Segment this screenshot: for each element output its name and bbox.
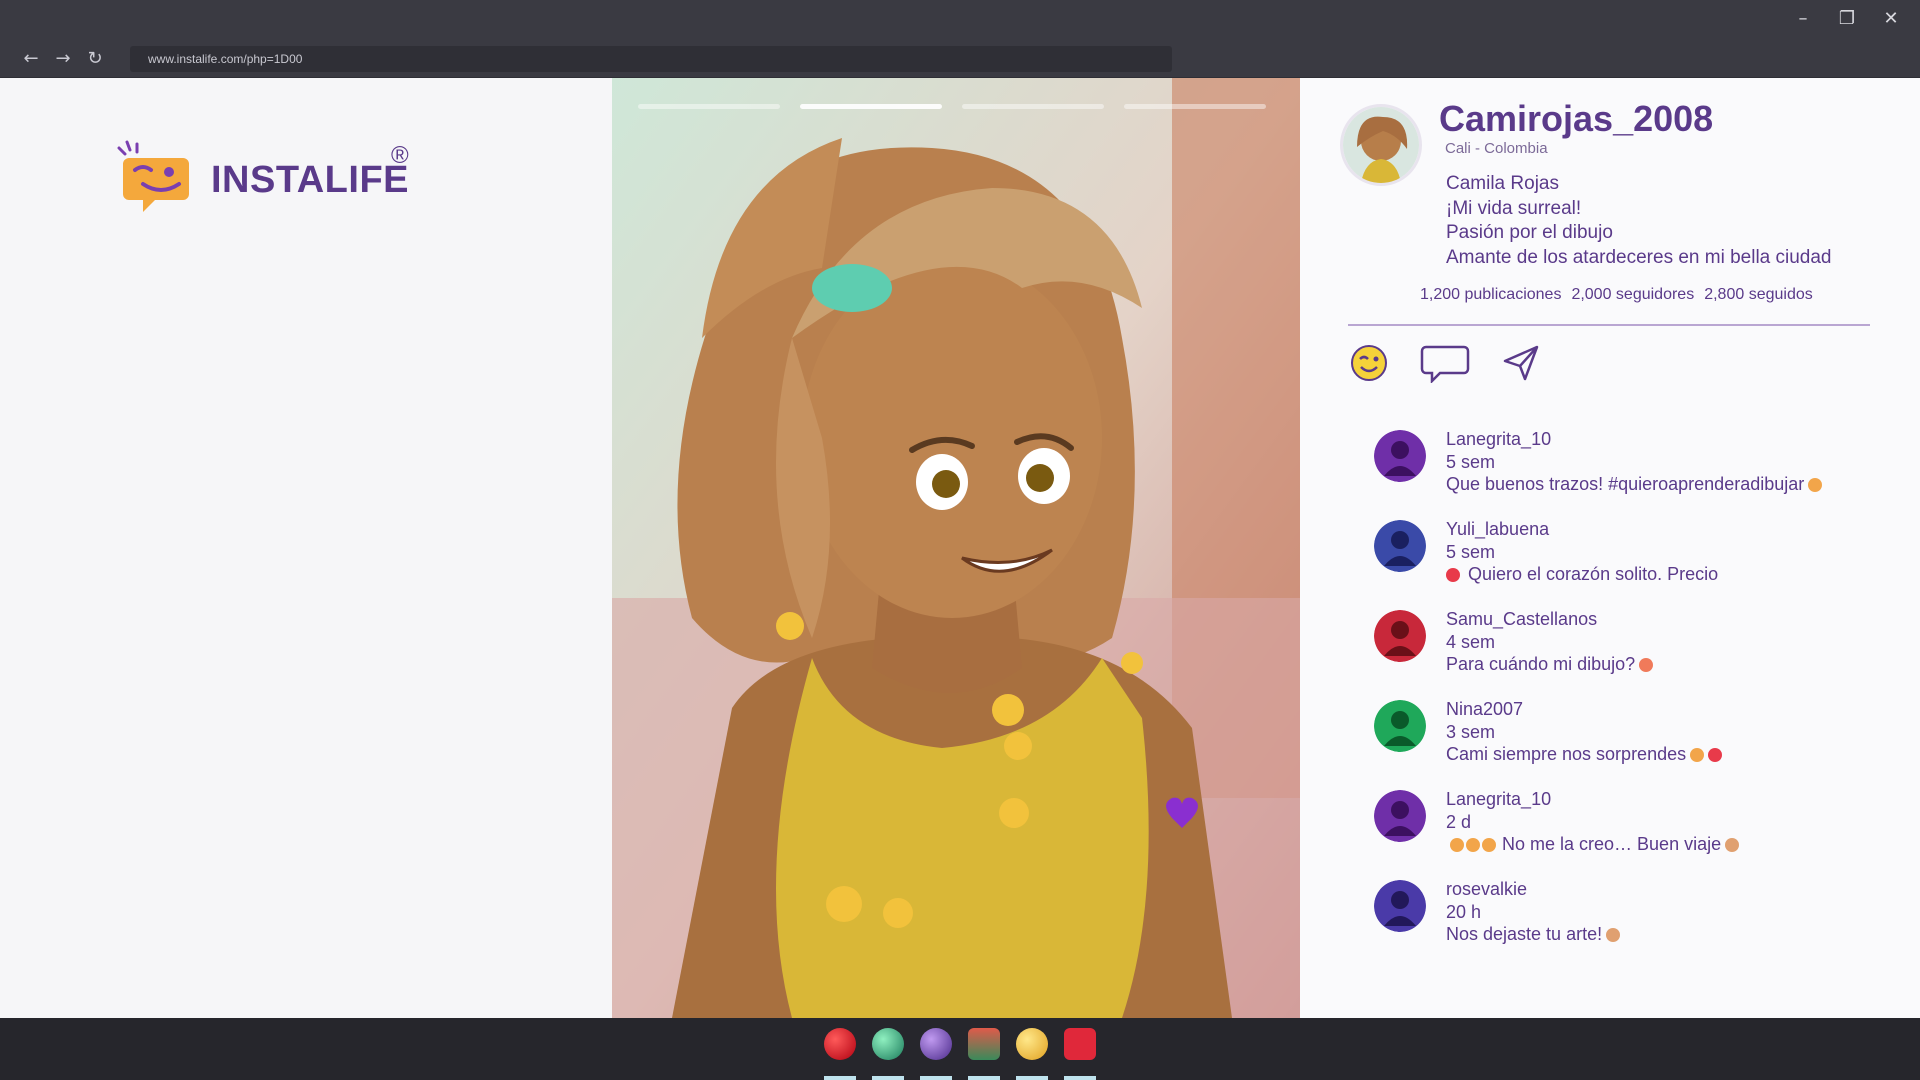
emoji-icon	[1808, 478, 1823, 493]
purple-app-icon[interactable]	[920, 1028, 952, 1080]
heart-eyes-emoji-icon	[1708, 748, 1723, 763]
user-avatar-icon[interactable]	[1374, 430, 1426, 482]
mail-app-icon[interactable]	[1064, 1028, 1096, 1080]
comment-time: 4 sem	[1446, 631, 1496, 652]
user-avatar-icon[interactable]	[1374, 520, 1426, 572]
running-indicator	[920, 1076, 952, 1080]
reload-icon[interactable]: ↻	[82, 46, 108, 72]
user-avatar-icon[interactable]	[1374, 880, 1426, 932]
story-progress	[638, 104, 1266, 109]
close-icon[interactable]: ✕	[1880, 8, 1902, 30]
posts-count[interactable]: 1,200 publicaciones	[1420, 286, 1561, 304]
comment-icon[interactable]	[1418, 340, 1472, 386]
comment-user[interactable]: Lanegrita_10	[1446, 788, 1739, 811]
bio-line: Amante de los atardeceres en mi bella ci…	[1446, 246, 1832, 268]
running-indicator	[1064, 1076, 1096, 1080]
profile-username[interactable]: Camirojas_2008	[1439, 98, 1713, 140]
red-app-icon[interactable]	[824, 1028, 856, 1080]
window-titlebar: – ❐ ✕	[0, 0, 1920, 40]
story-progress-segment	[962, 104, 1104, 109]
bio-line: Camila Rojas	[1446, 173, 1559, 194]
user-avatar-icon[interactable]	[1374, 610, 1426, 662]
running-indicator	[968, 1076, 1000, 1080]
following-count[interactable]: 2,800 seguidos	[1704, 286, 1813, 304]
heart-eyes-emoji-icon	[1446, 568, 1460, 583]
comment-user[interactable]: rosevalkie	[1446, 878, 1620, 901]
story-progress-segment-active	[800, 104, 942, 109]
profile-bio: Camila Rojas ¡Mi vida surreal! Pasión po…	[1446, 172, 1832, 270]
comment-item: Lanegrita_10 5 sem Que buenos trazos! #q…	[1374, 428, 1894, 518]
winking-face-logo-icon	[115, 140, 195, 220]
emoji-icon	[1639, 658, 1654, 673]
followers-count[interactable]: 2,000 seguidores	[1571, 286, 1694, 304]
comment-user[interactable]: Yuli_labuena	[1446, 518, 1718, 541]
comment-time: 5 sem	[1446, 541, 1496, 562]
running-indicator	[872, 1076, 904, 1080]
photo-app-icon[interactable]	[968, 1028, 1000, 1080]
crying-emoji-icon	[1466, 838, 1480, 853]
forward-arrow-icon[interactable]: →	[50, 46, 76, 72]
comment-user[interactable]: Samu_Castellanos	[1446, 608, 1653, 631]
story-progress-segment	[1124, 104, 1266, 109]
crying-emoji-icon	[1450, 838, 1464, 853]
taskbar	[0, 1018, 1920, 1080]
comment-user[interactable]: Lanegrita_10	[1446, 428, 1822, 451]
taskbar-apps	[824, 1028, 1096, 1080]
comment-text: Para cuándo mi dibujo?	[1446, 654, 1636, 674]
profile-panel: Camirojas_2008 Cali - Colombia Camila Ro…	[1300, 78, 1920, 1018]
bio-line: Pasión por el dibujo	[1446, 222, 1613, 243]
comment-item: rosevalkie 20 h Nos dejaste tu arte!	[1374, 878, 1894, 968]
profile-avatar[interactable]	[1340, 104, 1422, 186]
minimize-icon[interactable]: –	[1792, 8, 1814, 30]
comment-text: Nos dejaste tu arte!	[1446, 924, 1603, 944]
profile-stats: 1,200 publicaciones 2,000 seguidores 2,8…	[1420, 286, 1813, 304]
comment-user[interactable]: Nina2007	[1446, 698, 1722, 721]
comment-text: Quiero el corazón solito. Precio	[1468, 564, 1719, 584]
comment-text: Que buenos trazos! #quieroaprenderadibuj…	[1446, 474, 1805, 494]
user-avatar-icon[interactable]	[1374, 700, 1426, 752]
browser-navbar: ← → ↻ www.instalife.com/php=1D00	[0, 40, 1920, 78]
send-icon[interactable]	[1498, 340, 1544, 386]
comment-time: 2 d	[1446, 811, 1472, 832]
comment-time: 3 sem	[1446, 721, 1496, 742]
comment-time: 20 h	[1446, 901, 1482, 922]
emoji-icon	[1606, 928, 1621, 943]
action-bar	[1346, 340, 1544, 386]
comment-item: Lanegrita_10 2 d No me la creo… Buen via…	[1374, 788, 1894, 878]
story-progress-segment	[638, 104, 780, 109]
clock-app-icon[interactable]	[1016, 1028, 1048, 1080]
smile-emoji-icon[interactable]	[1346, 340, 1392, 386]
page-content: INSTALIFE ® Camirojas_2008 Cali - Colomb…	[0, 78, 1920, 1018]
back-arrow-icon[interactable]: ←	[18, 46, 44, 72]
comments-list: Lanegrita_10 5 sem Que buenos trazos! #q…	[1374, 428, 1894, 968]
comment-time: 5 sem	[1446, 451, 1496, 472]
restore-icon[interactable]: ❐	[1836, 8, 1858, 30]
comment-text: Cami siempre nos sorprendes	[1446, 744, 1687, 764]
profile-location: Cali - Colombia	[1445, 140, 1548, 157]
emoji-icon	[1690, 748, 1705, 763]
globe-app-icon[interactable]	[872, 1028, 904, 1080]
divider	[1348, 324, 1870, 326]
user-avatar-icon[interactable]	[1374, 790, 1426, 842]
window-controls: – ❐ ✕	[1792, 8, 1902, 30]
running-indicator	[1016, 1076, 1048, 1080]
comment-text: No me la creo… Buen viaje	[1502, 834, 1722, 854]
brand-logo[interactable]: INSTALIFE ®	[115, 140, 409, 220]
story-image[interactable]	[612, 78, 1300, 1018]
comment-item: Nina2007 3 sem Cami siempre nos sorprend…	[1374, 698, 1894, 788]
running-indicator	[824, 1076, 856, 1080]
bio-line: ¡Mi vida surreal!	[1446, 197, 1582, 219]
comment-item: Yuli_labuena 5 sem Quiero el corazón sol…	[1374, 518, 1894, 608]
comment-item: Samu_Castellanos 4 sem Para cuándo mi di…	[1374, 608, 1894, 698]
cartoon-girl-illustration	[612, 78, 1300, 1018]
url-bar[interactable]: www.instalife.com/php=1D00	[130, 46, 1172, 72]
registered-mark: ®	[391, 142, 409, 169]
emoji-icon	[1725, 838, 1740, 853]
crying-emoji-icon	[1482, 838, 1496, 853]
brand-name: INSTALIFE	[211, 158, 410, 201]
